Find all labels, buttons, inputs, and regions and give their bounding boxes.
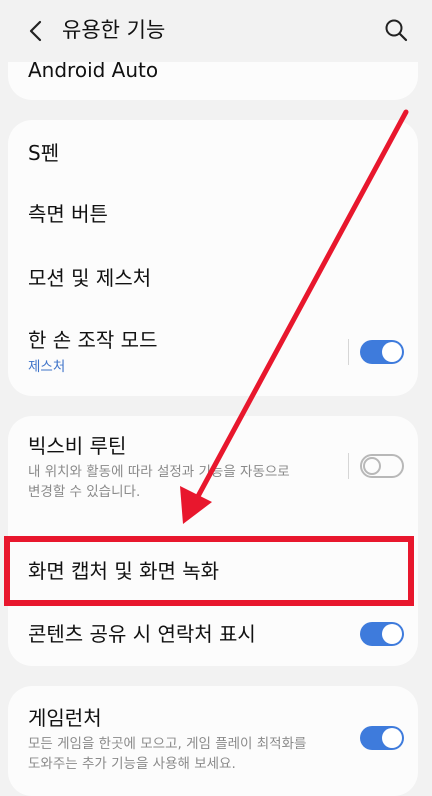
settings-item-label: 콘텐츠 공유 시 연락처 표시 [28,622,256,646]
one-handed-mode-toggle[interactable] [360,340,404,364]
settings-item-label: S펜 [28,141,60,165]
chevron-left-icon[interactable] [22,17,50,45]
settings-item-description: 변경할 수 있습니다. [28,484,141,500]
search-icon[interactable] [382,16,410,44]
settings-item-label: 한 손 조작 모드 [28,328,158,352]
toggle-knob [382,728,402,748]
annotation-highlight-box [4,536,414,606]
divider [348,453,349,479]
settings-item-label: 빅스비 루틴 [28,434,127,458]
settings-item-description: 내 위치와 활동에 따라 설정과 기능을 자동으로 [28,464,290,480]
settings-card-3: 게임런처 모든 게임을 한곳에 모으고, 게임 플레이 최적화를 도와주는 추가… [8,686,418,796]
divider [348,339,349,365]
bixby-routines-toggle[interactable] [360,454,404,478]
page-title: 유용한 기능 [62,18,166,42]
settings-item-show-contacts-sharing[interactable]: 콘텐츠 공유 시 연락처 표시 [8,602,418,666]
settings-item-motions-gestures[interactable]: 모션 및 제스처 [8,248,418,312]
toggle-knob [382,342,402,362]
settings-item-bixby-routines[interactable]: 빅스비 루틴 내 위치와 활동에 따라 설정과 기능을 자동으로 변경할 수 있… [8,416,418,526]
settings-item-s-pen[interactable]: S펜 [8,120,418,184]
settings-item-description: 도와주는 추가 기능을 사용해 보세요. [28,756,236,772]
app-bar: 유용한 기능 [0,0,432,62]
show-contacts-toggle[interactable] [360,622,404,646]
game-launcher-toggle[interactable] [360,726,404,750]
settings-item-description: 모든 게임을 한곳에 모으고, 게임 플레이 최적화를 [28,736,307,752]
settings-item-label: 게임런처 [28,706,102,730]
settings-item-side-button[interactable]: 측면 버튼 [8,184,418,248]
settings-item-sublabel: 제스처 [28,359,66,375]
settings-item-label: 모션 및 제스처 [28,266,152,290]
settings-item-one-handed-mode[interactable]: 한 손 조작 모드 제스처 [8,312,418,396]
toggle-knob [382,624,402,644]
settings-card-1: S펜 측면 버튼 모션 및 제스처 한 손 조작 모드 제스처 [8,120,418,396]
settings-item-label: 측면 버튼 [28,202,108,226]
toggle-knob [363,457,381,475]
settings-item-game-launcher[interactable]: 게임런처 모든 게임을 한곳에 모으고, 게임 플레이 최적화를 도와주는 추가… [8,686,418,796]
